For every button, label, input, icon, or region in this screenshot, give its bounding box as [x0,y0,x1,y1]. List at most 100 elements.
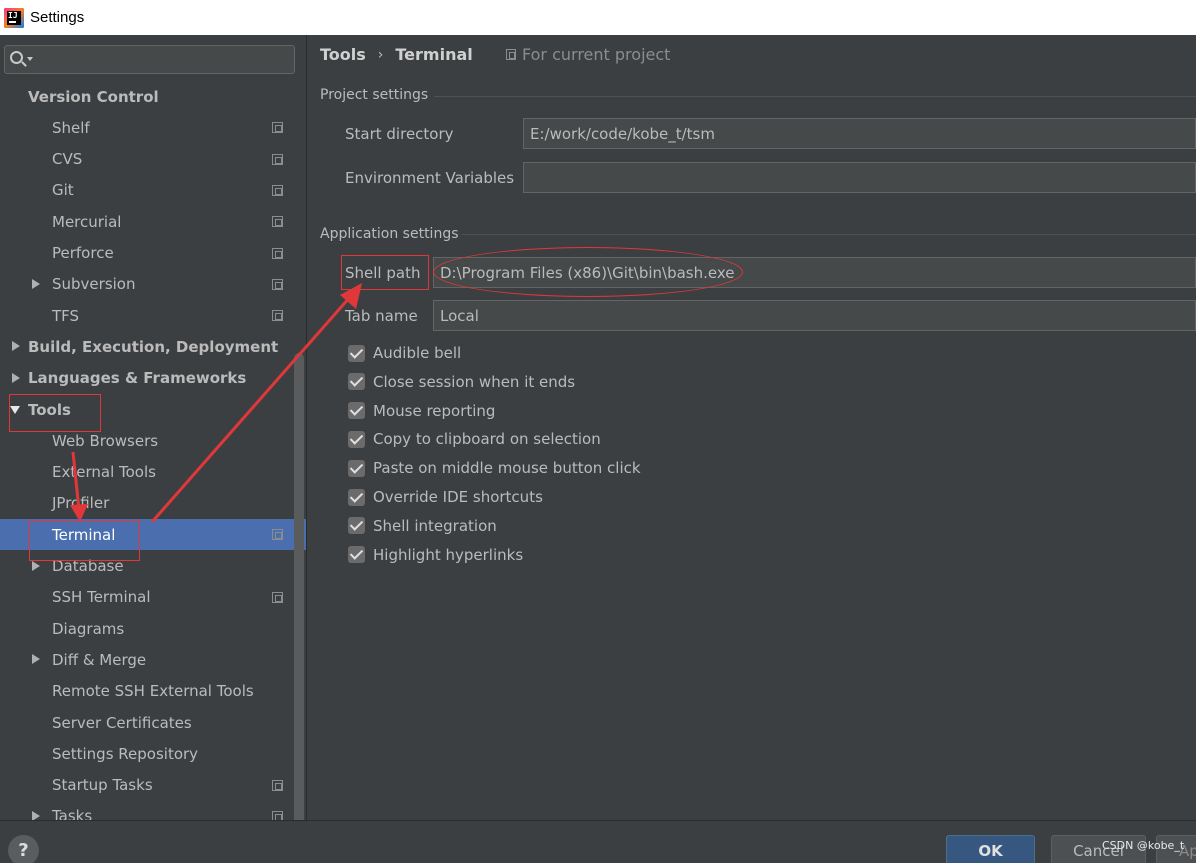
breadcrumb-terminal: Terminal [395,45,473,64]
project-level-icon [272,184,283,196]
sidebar-item-version-control[interactable]: Version Control [0,81,292,112]
checkbox-audible-bell[interactable] [348,344,365,362]
sidebar-item-jprofiler[interactable]: JProfiler [0,488,292,519]
option-copy-to-clipboard-on-selection[interactable]: Copy to clipboard on selection [348,430,601,448]
sidebar-item-shelf[interactable]: Shelf [0,112,292,143]
sidebar-item-diagrams[interactable]: Diagrams [0,613,292,644]
sidebar-item-label: Mercurial [52,212,122,231]
sidebar-item-server-certificates[interactable]: Server Certificates [0,707,292,738]
checkbox-label: Mouse reporting [373,401,496,420]
checkbox-label: Close session when it ends [373,372,576,391]
tab-name-field[interactable]: Local [433,300,1196,331]
checkbox-paste-on-middle-mouse-button-click[interactable] [348,459,365,477]
project-scope-icon [506,49,516,60]
search-options-dropdown-icon[interactable] [27,57,33,61]
option-paste-on-middle-mouse-button-click[interactable]: Paste on middle mouse button click [348,459,641,477]
sidebar-item-remote-ssh-external-tools[interactable]: Remote SSH External Tools [0,676,292,707]
checkbox-copy-to-clipboard-on-selection[interactable] [348,430,365,448]
option-close-session-when-it-ends[interactable]: Close session when it ends [348,373,575,391]
breadcrumb: Tools › Terminal [320,45,473,64]
expand-arrow-icon[interactable] [32,560,40,571]
project-level-icon [272,591,283,603]
checkbox-label: Audible bell [373,344,462,362]
option-audible-bell[interactable]: Audible bell [348,344,461,362]
annotation-box-terminal [29,520,140,561]
sidebar-item-git[interactable]: Git [0,175,292,206]
sidebar-item-ssh-terminal[interactable]: SSH Terminal [0,582,292,613]
sidebar-item-label: CVS [52,150,83,169]
checkbox-label: Highlight hyperlinks [373,545,524,564]
checkbox-mouse-reporting[interactable] [348,402,365,420]
search-icon[interactable] [10,51,23,64]
sidebar-item-label: Languages & Frameworks [28,369,247,388]
breadcrumb-tools[interactable]: Tools [320,45,366,64]
sidebar-item-external-tools[interactable]: External Tools [0,457,292,488]
sidebar-item-label: Build, Execution, Deployment [28,337,279,356]
checkbox-label: Shell integration [373,516,497,535]
tab-name-label: Tab name [345,307,418,325]
sidebar-item-label: SSH Terminal [52,588,151,607]
section-divider [434,96,1196,97]
checkbox-label: Paste on middle mouse button click [373,459,641,478]
sidebar-item-subversion[interactable]: Subversion [0,269,292,300]
panel-splitter[interactable] [306,35,307,820]
option-shell-integration[interactable]: Shell integration [348,517,497,535]
start-directory-field[interactable]: E:/work/code/kobe_t/tsm [523,118,1196,149]
checkbox-override-ide-shortcuts[interactable] [348,488,365,506]
sidebar-item-label: Perforce [52,244,114,262]
sidebar-item-label: Startup Tasks [52,776,153,795]
application-settings-title: Application settings [320,226,459,242]
expand-arrow-icon[interactable] [32,278,40,289]
annotation-ellipse-shell-path [433,247,743,297]
sidebar-item-label: Diff & Merge [52,650,147,669]
start-directory-label: Start directory [345,125,454,143]
sidebar-item-label: Shelf [52,118,90,137]
sidebar-item-settings-repository[interactable]: Settings Repository [0,738,292,769]
expand-arrow-icon[interactable] [32,654,40,665]
sidebar-item-perforce[interactable]: Perforce [0,238,292,269]
option-mouse-reporting[interactable]: Mouse reporting [348,402,495,420]
csdn-watermark: CSDN @kobe_t [1102,839,1185,852]
scope-label: For current project [522,45,671,64]
project-level-icon [272,529,283,541]
project-level-icon [272,122,283,134]
project-level-icon [272,779,283,791]
search-input[interactable] [4,45,295,74]
project-settings-title: Project settings [320,87,429,103]
project-level-icon [272,247,283,259]
section-divider [462,234,1196,235]
expand-arrow-icon[interactable] [12,372,20,383]
sidebar-item-languages-frameworks[interactable]: Languages & Frameworks [0,363,292,394]
breadcrumb-separator: › [377,46,384,63]
annotation-box-shell-path [341,255,429,290]
option-highlight-hyperlinks[interactable]: Highlight hyperlinks [348,546,523,564]
sidebar-scrollbar[interactable] [294,353,304,853]
sidebar-item-build-execution-deployment[interactable]: Build, Execution, Deployment [0,331,292,362]
sidebar-item-tfs[interactable]: TFS [0,300,292,331]
environment-variables-label: Environment Variables [345,169,515,187]
sidebar-item-label: Git [52,181,74,200]
sidebar-item-mercurial[interactable]: Mercurial [0,206,292,237]
sidebar-item-label: TFS [52,306,80,325]
sidebar-item-label: Remote SSH External Tools [52,682,254,701]
environment-variables-field[interactable] [523,162,1196,193]
sidebar-item-label: JProfiler [52,494,110,513]
project-level-icon [272,216,283,228]
expand-arrow-icon[interactable] [12,341,20,352]
title-bar: IJ Settings [0,0,1196,35]
checkbox-close-session-when-it-ends[interactable] [348,373,365,391]
sidebar-item-cvs[interactable]: CVS [0,144,292,175]
sidebar-item-label: Diagrams [52,619,125,638]
sidebar-item-startup-tasks[interactable]: Startup Tasks [0,770,292,801]
ok-button[interactable]: OK [946,835,1035,863]
checkbox-shell-integration[interactable] [348,517,365,535]
option-override-ide-shortcuts[interactable]: Override IDE shortcuts [348,488,543,506]
project-level-icon [272,278,283,290]
help-button[interactable]: ? [8,835,39,863]
sidebar-item-diff-merge[interactable]: Diff & Merge [0,644,292,675]
sidebar-item-label: Settings Repository [52,744,199,763]
sidebar-item-label: Web Browsers [52,431,159,450]
checkbox-highlight-hyperlinks[interactable] [348,546,365,564]
scope-indicator: For current project [506,45,670,64]
project-level-icon [272,310,283,322]
